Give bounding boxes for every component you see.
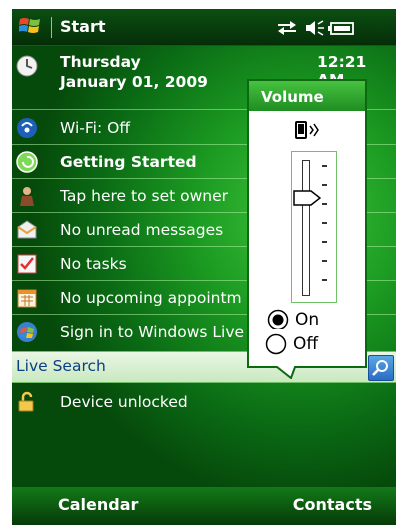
- speaker-icon: [293, 119, 323, 141]
- volume-slider-track[interactable]: [302, 160, 310, 296]
- slider-tick: [322, 203, 327, 205]
- volume-on-radio[interactable]: [267, 309, 289, 331]
- volume-slider-thumb[interactable]: [293, 189, 322, 207]
- windows-live-icon: [16, 321, 38, 343]
- envelope-icon: [16, 219, 38, 241]
- windows-flag-icon[interactable]: [18, 16, 41, 36]
- slider-tick: [322, 279, 327, 281]
- slider-tick: [322, 260, 327, 262]
- device-lock-item[interactable]: Device unlocked: [12, 387, 396, 419]
- calendar-icon: [16, 287, 38, 309]
- owner-label: Tap here to set owner: [60, 187, 229, 205]
- battery-icon[interactable]: [328, 22, 354, 35]
- slider-tick: [322, 241, 327, 243]
- start-button[interactable]: Start: [60, 17, 106, 36]
- volume-off-radio[interactable]: [265, 333, 287, 355]
- volume-header: Volume: [249, 81, 365, 111]
- volume-on-label: On: [295, 310, 320, 330]
- slider-tick: [322, 165, 327, 167]
- slider-tick: [322, 222, 327, 224]
- lock-icon: [16, 391, 38, 413]
- getting-started-label: Getting Started: [60, 153, 197, 171]
- title-bar: Start: [12, 9, 396, 46]
- device-lock-label: Device unlocked: [60, 393, 188, 411]
- volume-title: Volume: [261, 88, 324, 106]
- contacts-softkey[interactable]: Contacts: [293, 495, 372, 514]
- owner-icon: [16, 185, 38, 207]
- volume-popup: Volume On Off: [247, 79, 367, 379]
- connectivity-icon[interactable]: [278, 21, 296, 35]
- wifi-icon: [16, 117, 38, 139]
- date-label: January 01, 2009: [60, 73, 208, 91]
- tasks-label: No tasks: [60, 255, 127, 273]
- speaker-icon[interactable]: [306, 20, 324, 36]
- today-screen: Start Thursday January 01, 2009 12:21 Wi…: [12, 9, 396, 525]
- device-frame: Start Thursday January 01, 2009 12:21 Wi…: [0, 0, 406, 532]
- search-input[interactable]: Live Search: [16, 357, 106, 375]
- tasks-icon: [16, 253, 38, 275]
- wifi-label: Wi-Fi: Off: [60, 119, 131, 137]
- day-label: Thursday: [60, 53, 141, 71]
- clock-icon: [16, 55, 38, 77]
- status-icons: [276, 18, 356, 38]
- windows-live-label: Sign in to Windows Live: [60, 323, 245, 341]
- getting-started-icon: [16, 151, 38, 173]
- search-icon: [372, 360, 388, 376]
- title-separator: [51, 17, 52, 38]
- appointments-label: No upcoming appointm: [60, 289, 242, 307]
- slider-tick: [322, 184, 327, 186]
- messages-label: No unread messages: [60, 221, 224, 239]
- calendar-softkey[interactable]: Calendar: [58, 495, 138, 514]
- volume-off-label: Off: [293, 334, 319, 354]
- softkey-bar: Calendar Contacts: [12, 487, 396, 525]
- search-button[interactable]: [368, 355, 394, 381]
- volume-panel: Volume On: [247, 79, 367, 349]
- volume-slider[interactable]: [291, 151, 337, 303]
